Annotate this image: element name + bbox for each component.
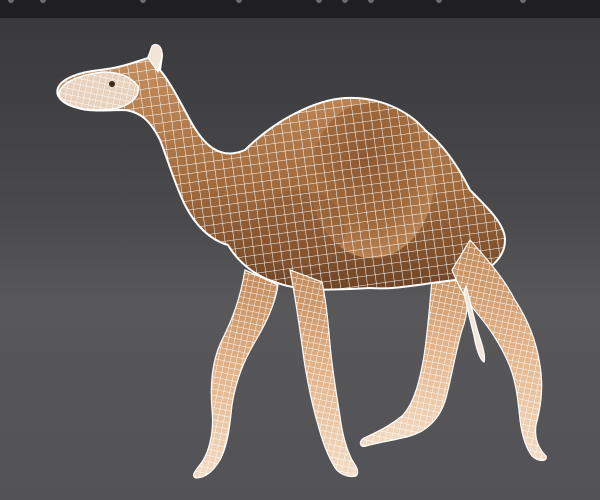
near-fore-leg — [289, 269, 359, 478]
3d-viewport[interactable] — [0, 0, 600, 500]
near-hind-leg — [451, 238, 547, 462]
eye-icon — [109, 81, 115, 87]
camel-wireframe-icon[interactable] — [0, 0, 600, 500]
far-fore-leg — [192, 269, 279, 479]
